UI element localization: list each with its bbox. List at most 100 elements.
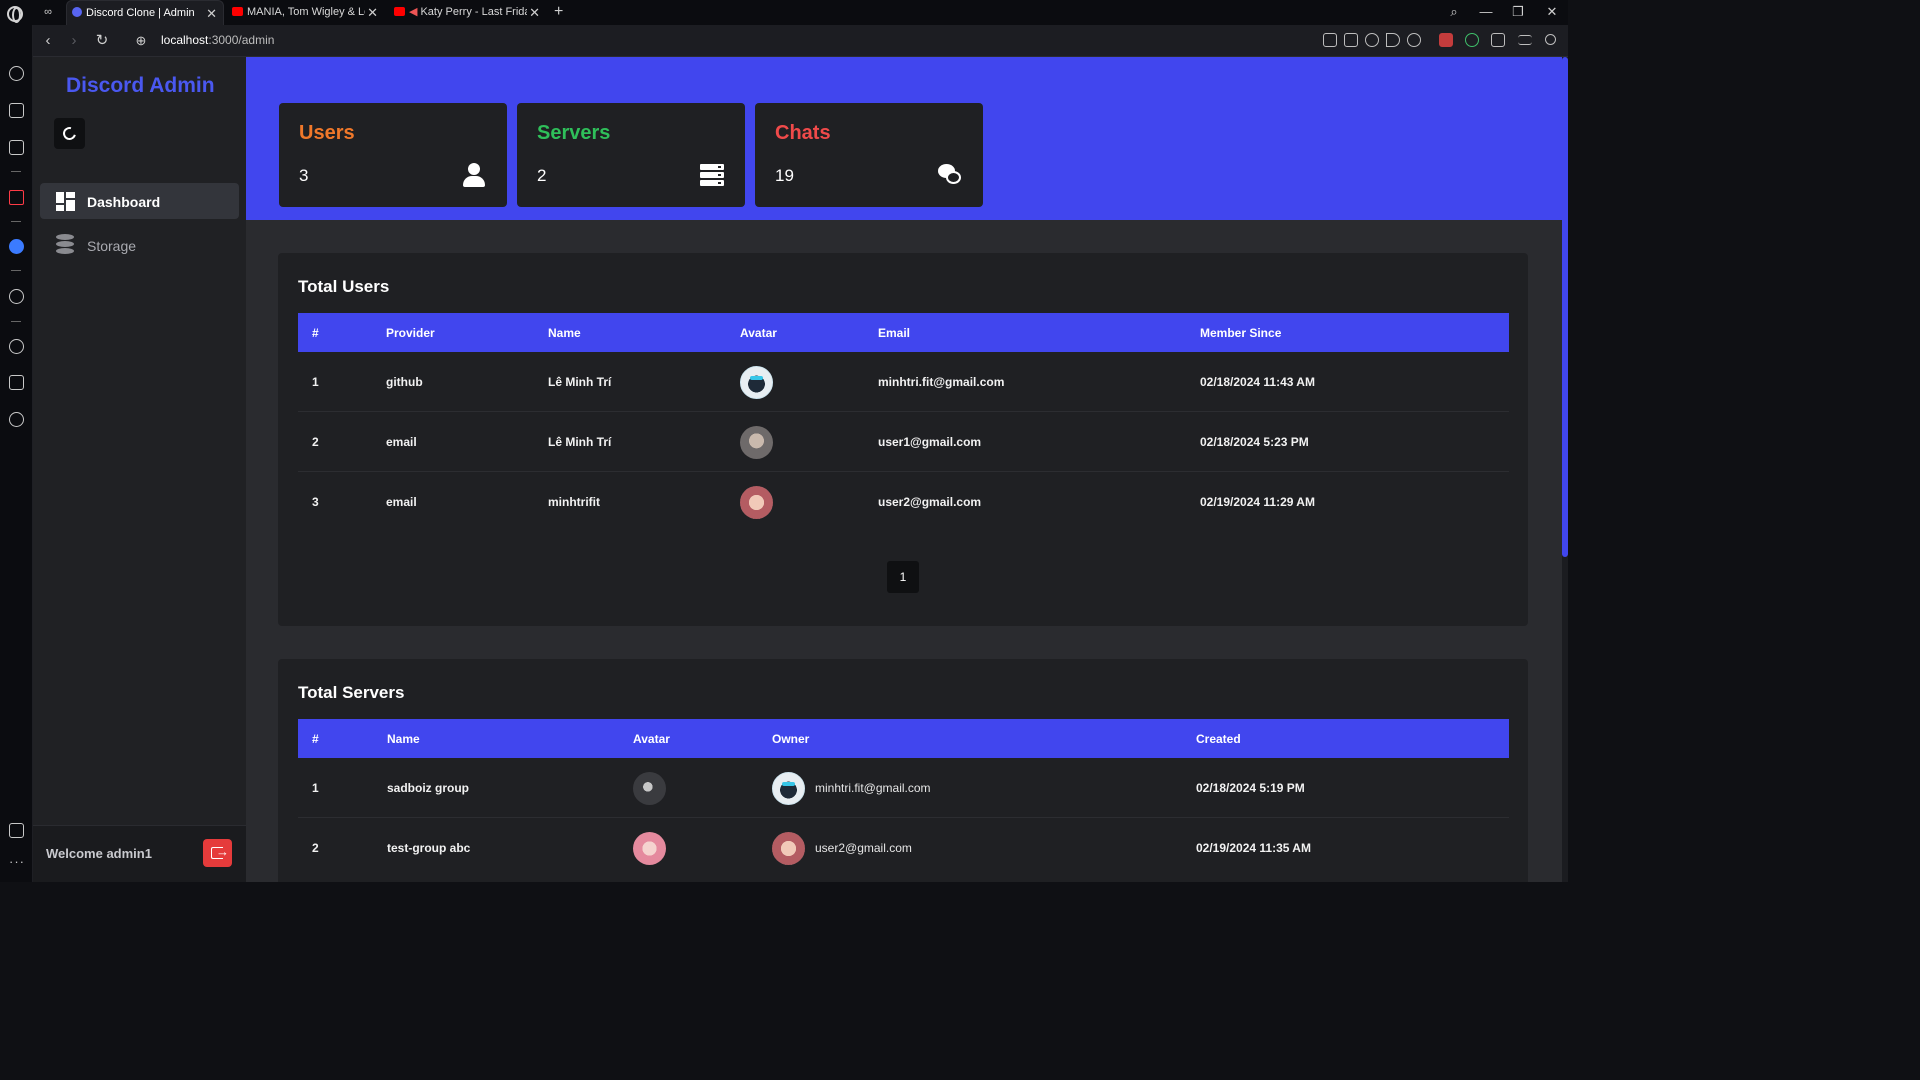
workspaces-icon[interactable]: ∞ bbox=[40, 5, 56, 19]
users-panel: Total Users # Provider Name Avatar Email… bbox=[278, 253, 1528, 626]
row-name: minhtrifit bbox=[548, 495, 600, 509]
forward-button[interactable]: › bbox=[64, 31, 84, 51]
database-icon bbox=[56, 234, 74, 255]
pagination-page-button[interactable]: 1 bbox=[887, 561, 919, 593]
row-provider: github bbox=[386, 375, 423, 389]
address-bar: ‹ › ↻ ⊕ localhost:3000/admin bbox=[33, 25, 1568, 57]
screenshot-icon[interactable] bbox=[9, 140, 24, 155]
users-table-header: # Provider Name Avatar Email Member Sinc… bbox=[298, 313, 1509, 352]
youtube-icon bbox=[394, 7, 405, 16]
close-tab-icon[interactable]: ✕ bbox=[206, 1, 217, 25]
player-icon[interactable] bbox=[9, 289, 24, 304]
row-email: user2@gmail.com bbox=[878, 495, 982, 509]
avatar bbox=[633, 832, 666, 865]
url-field[interactable]: localhost:3000/admin bbox=[161, 33, 274, 47]
stat-value: 2 bbox=[537, 166, 547, 185]
tab-label: Katy Perry - Last Friday bbox=[420, 6, 537, 18]
history-icon[interactable] bbox=[9, 339, 24, 354]
easy-setup-icon[interactable] bbox=[1518, 35, 1532, 45]
opera-logo-icon[interactable] bbox=[7, 6, 23, 23]
arrow-right-icon: → bbox=[216, 844, 229, 859]
main-content: Users 3 Servers 2 Chats 19 Total Users #… bbox=[246, 57, 1562, 882]
site-info-icon[interactable]: ⊕ bbox=[131, 31, 151, 51]
page-scrollbar[interactable] bbox=[1562, 57, 1568, 882]
column-header: Name bbox=[387, 732, 420, 746]
vpn-icon[interactable] bbox=[1465, 33, 1479, 47]
user-icon bbox=[462, 163, 486, 187]
pinboard-icon[interactable] bbox=[9, 823, 24, 838]
row-name: Lê Minh Trí bbox=[548, 435, 612, 449]
restore-button[interactable]: ❐ bbox=[1504, 0, 1532, 25]
send-icon[interactable] bbox=[1386, 33, 1400, 47]
speed-dial-icon[interactable] bbox=[9, 66, 24, 81]
stat-card-chats[interactable]: Chats 19 bbox=[755, 103, 983, 207]
stat-card-users[interactable]: Users 3 bbox=[279, 103, 507, 207]
admin-sidebar: Discord Admin Dashboard Storage Welcome … bbox=[33, 57, 246, 882]
new-tab-button[interactable]: + bbox=[554, 0, 563, 25]
youtube-icon bbox=[232, 7, 243, 16]
welcome-text: Welcome admin1 bbox=[46, 846, 152, 861]
row-index: 3 bbox=[312, 495, 319, 509]
divider bbox=[11, 270, 21, 271]
logout-button[interactable]: → bbox=[203, 839, 232, 867]
profile-icon[interactable] bbox=[1545, 34, 1556, 45]
settings-icon[interactable] bbox=[9, 412, 24, 427]
extension-icon[interactable] bbox=[1439, 33, 1453, 47]
table-row[interactable]: 3 email minhtrifit user2@gmail.com 02/19… bbox=[298, 472, 1509, 532]
divider bbox=[11, 171, 21, 172]
table-row[interactable]: 2 test-group abc user2@gmail.com 02/19/2… bbox=[298, 818, 1509, 878]
reload-button[interactable]: ↻ bbox=[92, 31, 112, 51]
column-header: Avatar bbox=[740, 326, 777, 340]
table-row[interactable]: 1 sadboiz group minhtri.fit@gmail.com 02… bbox=[298, 758, 1509, 818]
brand-title[interactable]: Discord Admin bbox=[66, 74, 215, 98]
column-header: Avatar bbox=[633, 732, 670, 746]
edit-icon[interactable] bbox=[1323, 33, 1337, 47]
tab-youtube-katy-perry[interactable]: ◀ Katy Perry - Last Friday ✕ bbox=[390, 0, 546, 25]
close-tab-icon[interactable]: ✕ bbox=[527, 0, 540, 25]
sidebar-item-dashboard[interactable]: Dashboard bbox=[40, 183, 239, 219]
theme-toggle-button[interactable] bbox=[54, 118, 85, 149]
column-header: Created bbox=[1196, 732, 1241, 746]
cube-icon[interactable] bbox=[1491, 33, 1505, 47]
avatar bbox=[772, 772, 805, 805]
messenger-icon[interactable] bbox=[9, 239, 24, 254]
column-header: Email bbox=[878, 326, 911, 340]
tab-youtube-mania[interactable]: MANIA, Tom Wigley & Lot ✕ bbox=[228, 0, 384, 25]
servers-table-header: # Name Avatar Owner Created bbox=[298, 719, 1509, 758]
divider bbox=[11, 221, 21, 222]
stat-card-servers[interactable]: Servers 2 bbox=[517, 103, 745, 207]
heart-icon[interactable] bbox=[1407, 33, 1421, 47]
bag-icon[interactable] bbox=[9, 103, 24, 118]
avatar bbox=[633, 772, 666, 805]
row-owner: minhtri.fit@gmail.com bbox=[815, 781, 931, 795]
dashboard-icon bbox=[56, 192, 75, 211]
row-index: 1 bbox=[312, 781, 319, 795]
divider bbox=[11, 321, 21, 322]
row-created: 02/18/2024 5:19 PM bbox=[1196, 781, 1305, 795]
row-email: user1@gmail.com bbox=[878, 435, 982, 449]
servers-panel: Total Servers # Name Avatar Owner Create… bbox=[278, 659, 1528, 882]
row-email: minhtri.fit@gmail.com bbox=[878, 375, 1005, 389]
tab-label: Discord Clone | Admin bbox=[86, 7, 195, 19]
close-window-button[interactable]: ✕ bbox=[1538, 0, 1566, 25]
table-row[interactable]: 2 email Lê Minh Trí user1@gmail.com 02/1… bbox=[298, 412, 1509, 472]
column-header: Name bbox=[548, 326, 581, 340]
avatar bbox=[740, 426, 773, 459]
table-row[interactable]: 1 github Lê Minh Trí minhtri.fit@gmail.c… bbox=[298, 352, 1509, 412]
close-tab-icon[interactable]: ✕ bbox=[365, 0, 378, 25]
camera-icon[interactable] bbox=[1344, 33, 1358, 47]
server-icon bbox=[700, 163, 724, 187]
speaker-icon[interactable]: ◀ bbox=[409, 6, 417, 18]
url-host: localhost bbox=[161, 33, 209, 47]
back-button[interactable]: ‹ bbox=[38, 31, 58, 51]
sidebar-item-storage[interactable]: Storage bbox=[40, 227, 239, 263]
extensions-icon[interactable] bbox=[9, 375, 24, 390]
search-tabs-icon[interactable]: ⌕ bbox=[1440, 0, 1468, 25]
aria-icon[interactable] bbox=[9, 190, 24, 205]
minimize-button[interactable]: — bbox=[1472, 0, 1500, 25]
shield-icon[interactable] bbox=[1365, 33, 1379, 47]
scrollbar-thumb[interactable] bbox=[1562, 57, 1568, 557]
tab-discord-admin[interactable]: Discord Clone | Admin ✕ bbox=[66, 0, 224, 25]
more-icon[interactable]: ··· bbox=[9, 854, 25, 869]
row-index: 1 bbox=[312, 375, 319, 389]
